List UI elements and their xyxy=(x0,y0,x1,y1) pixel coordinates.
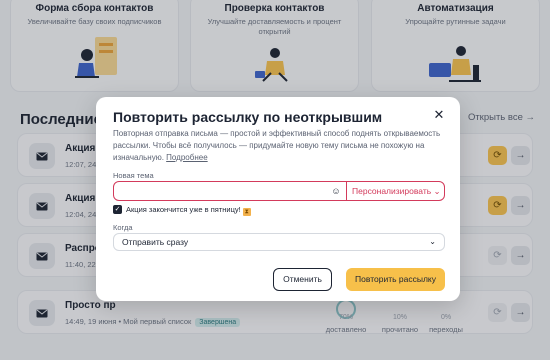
more-link[interactable]: Подробнее xyxy=(166,153,208,162)
hourglass-emoji-icon: ⧗ xyxy=(242,208,251,216)
emoji-icon[interactable]: ☺ xyxy=(330,185,342,197)
subject-input[interactable] xyxy=(114,182,330,200)
close-icon[interactable]: ✕ xyxy=(432,108,446,122)
checkbox-checked-icon[interactable]: ✓ xyxy=(113,205,122,214)
resend-button[interactable]: Повторить рассылку xyxy=(346,268,445,291)
modal-description: Повторная отправка письма — простой и эф… xyxy=(113,128,445,164)
personalize-dropdown[interactable]: Персонализировать ⌄ xyxy=(352,182,441,200)
cancel-button[interactable]: Отменить xyxy=(273,268,332,291)
when-select[interactable]: Отправить сразу ⌄ xyxy=(113,233,445,251)
field-divider xyxy=(346,182,347,200)
resend-modal: Повторить рассылку по неоткрывшим ✕ Повт… xyxy=(96,97,460,301)
subject-field: ☺ Персонализировать ⌄ xyxy=(113,181,445,201)
chevron-down-icon: ⌄ xyxy=(429,237,436,246)
suggestion-text: Акция закончится уже в пятницу! xyxy=(126,205,241,214)
personalize-label: Персонализировать xyxy=(352,186,432,196)
subject-label: Новая тема xyxy=(113,171,154,180)
when-label: Когда xyxy=(113,223,133,232)
suggestion-checkbox-label[interactable]: Акция закончится уже в пятницу! ⧗ xyxy=(126,205,251,216)
modal-description-text: Повторная отправка письма — простой и эф… xyxy=(113,129,441,162)
modal-title: Повторить рассылку по неоткрывшим xyxy=(113,109,383,125)
when-value: Отправить сразу xyxy=(122,237,189,247)
